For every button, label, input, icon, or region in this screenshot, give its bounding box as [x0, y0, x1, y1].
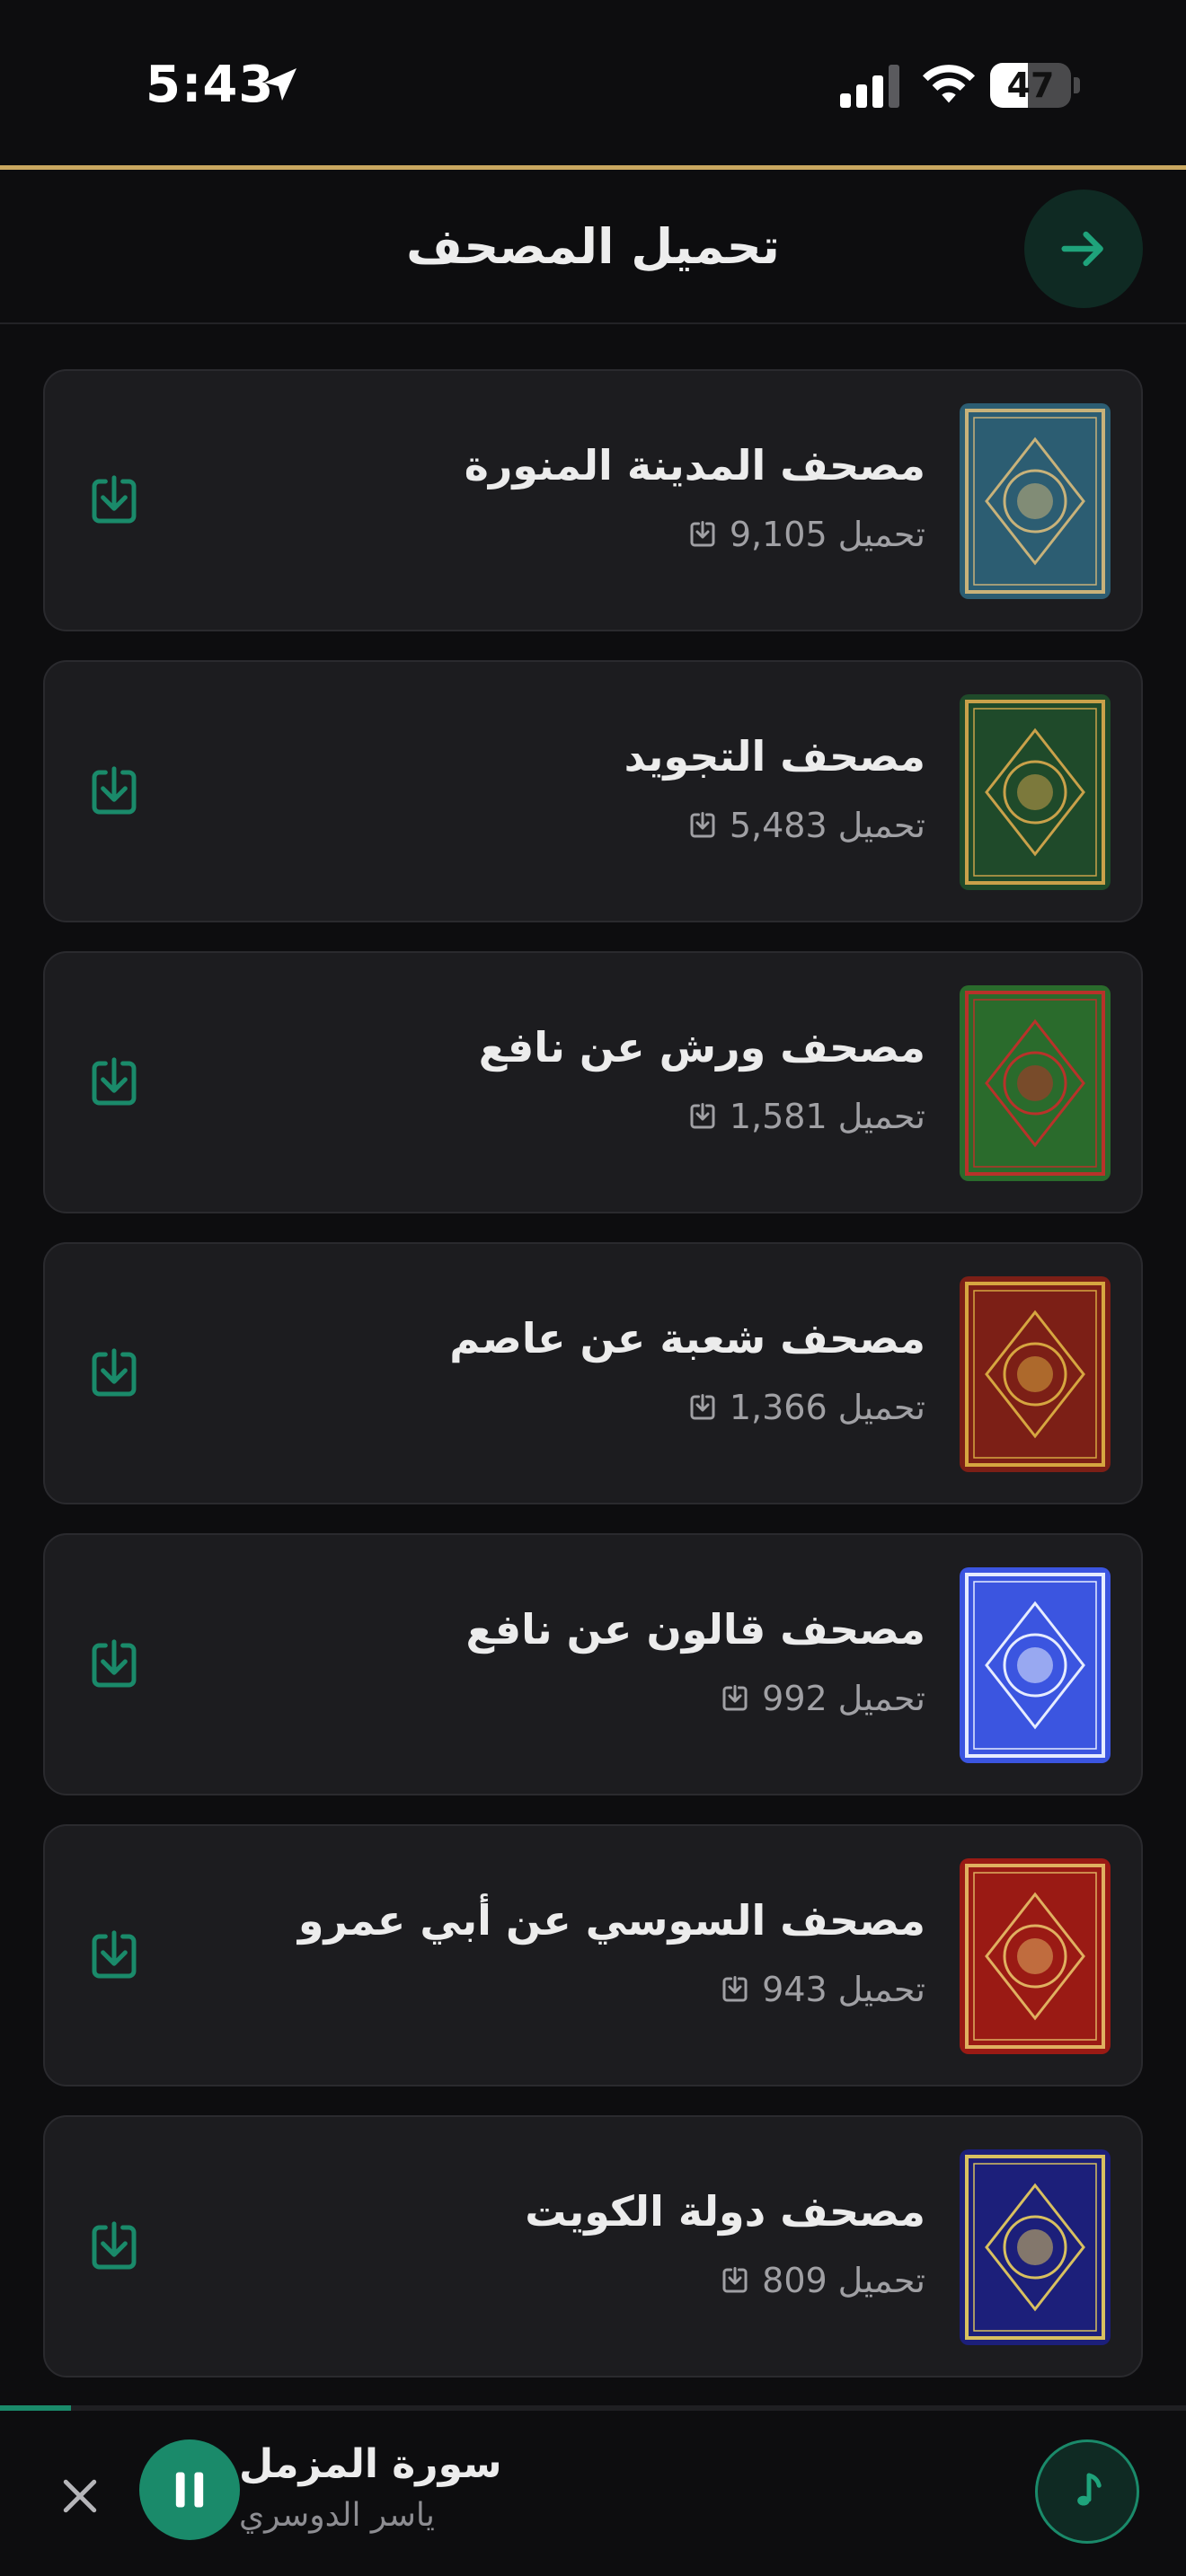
track-title[interactable]: سورة المزمل [239, 2441, 501, 2487]
mushaf-card[interactable]: مصحف شعبة عن عاصم تحميل 1,366 [43, 1242, 1143, 1504]
download-count-icon [690, 1103, 715, 1129]
pause-icon [175, 2472, 204, 2508]
download-count-value: 1,581 [729, 1097, 828, 1136]
mushaf-cover-image [960, 403, 1111, 599]
download-button[interactable] [84, 1345, 144, 1404]
mushaf-title: مصحف قالون عن نافع [465, 1605, 925, 1654]
download-count-value: 1,366 [729, 1388, 828, 1427]
download-count-label: تحميل [837, 1388, 925, 1427]
download-count-label: تحميل [837, 1679, 925, 1718]
cellular-signal-icon [840, 65, 899, 108]
status-time: 5:43 [146, 56, 275, 114]
mushaf-card[interactable]: مصحف التجويد تحميل 5,483 [43, 660, 1143, 922]
download-count-value: 992 [762, 1679, 828, 1718]
download-count-label: تحميل [837, 1970, 925, 2009]
mushaf-title: مصحف دولة الكويت [525, 2187, 925, 2236]
download-count: تحميل 9,105 [686, 515, 925, 554]
status-bar: 5:43 47 [0, 0, 1186, 167]
mini-player[interactable]: سورة المزمل ياسر الدوسري [0, 2405, 1186, 2576]
close-icon[interactable] [56, 2472, 104, 2520]
download-button[interactable] [84, 1636, 144, 1695]
music-note-icon [1077, 2473, 1102, 2506]
mushaf-cover-image [960, 985, 1111, 1181]
download-count-value: 5,483 [729, 806, 828, 845]
back-button[interactable] [1024, 190, 1143, 308]
download-count-icon [690, 812, 715, 838]
mushaf-title: مصحف التجويد [624, 732, 925, 781]
battery-indicator: 47 [990, 63, 1080, 108]
mushaf-title: مصحف المدينة المنورة [464, 441, 925, 490]
mushaf-card[interactable]: مصحف ورش عن نافع تحميل 1,581 [43, 951, 1143, 1213]
location-arrow-icon [264, 68, 296, 101]
download-count-icon [690, 1394, 715, 1420]
playback-progress[interactable] [0, 2405, 1186, 2411]
mushaf-cover-image [960, 694, 1111, 890]
download-count-label: تحميل [837, 2261, 925, 2300]
download-count-icon [690, 521, 715, 547]
mushaf-cover-image [960, 2149, 1111, 2345]
mushaf-card[interactable]: مصحف المدينة المنورة تحميل 9,105 [43, 369, 1143, 631]
download-button[interactable] [84, 2218, 144, 2277]
mushaf-cover-image [960, 1858, 1111, 2054]
mushaf-card[interactable]: مصحف السوسي عن أبي عمرو تحميل 943 [43, 1824, 1143, 2086]
page-header: تحميل المصحف [0, 170, 1186, 324]
wifi-icon [922, 65, 976, 103]
download-count-icon [722, 1685, 748, 1711]
download-count-label: تحميل [837, 806, 925, 845]
download-count-icon [722, 2267, 748, 2293]
page-title: تحميل المصحف [406, 218, 780, 275]
arrow-right-icon [1061, 231, 1103, 267]
download-count-label: تحميل [837, 515, 925, 554]
mushaf-title: مصحف شعبة عن عاصم [449, 1314, 925, 1363]
download-count-value: 943 [762, 1970, 828, 2009]
download-count: تحميل 992 [719, 1679, 925, 1718]
download-count: تحميل 1,366 [686, 1388, 925, 1427]
pause-button[interactable] [139, 2439, 240, 2540]
mushaf-cover-image [960, 1567, 1111, 1763]
download-count: تحميل 1,581 [686, 1097, 925, 1136]
download-count: تحميل 809 [719, 2261, 925, 2300]
mushaf-card[interactable]: مصحف دولة الكويت تحميل 809 [43, 2115, 1143, 2378]
music-button[interactable] [1035, 2439, 1139, 2544]
download-count-value: 9,105 [729, 515, 828, 554]
download-count: تحميل 943 [719, 1970, 925, 2009]
mushaf-cover-image [960, 1276, 1111, 1472]
download-button[interactable] [84, 1927, 144, 1986]
download-count: تحميل 5,483 [686, 806, 925, 845]
battery-level: 47 [1006, 66, 1055, 105]
download-button[interactable] [84, 472, 144, 531]
download-button[interactable] [84, 763, 144, 822]
track-artist: ياسر الدوسري [239, 2497, 435, 2534]
download-count-label: تحميل [837, 1097, 925, 1136]
mushaf-title: مصحف السوسي عن أبي عمرو [297, 1896, 925, 1945]
download-button[interactable] [84, 1054, 144, 1113]
mushaf-title: مصحف ورش عن نافع [478, 1023, 925, 1072]
mushaf-card[interactable]: مصحف قالون عن نافع تحميل 992 [43, 1533, 1143, 1795]
download-count-value: 809 [762, 2261, 828, 2300]
download-count-icon [722, 1976, 748, 2002]
